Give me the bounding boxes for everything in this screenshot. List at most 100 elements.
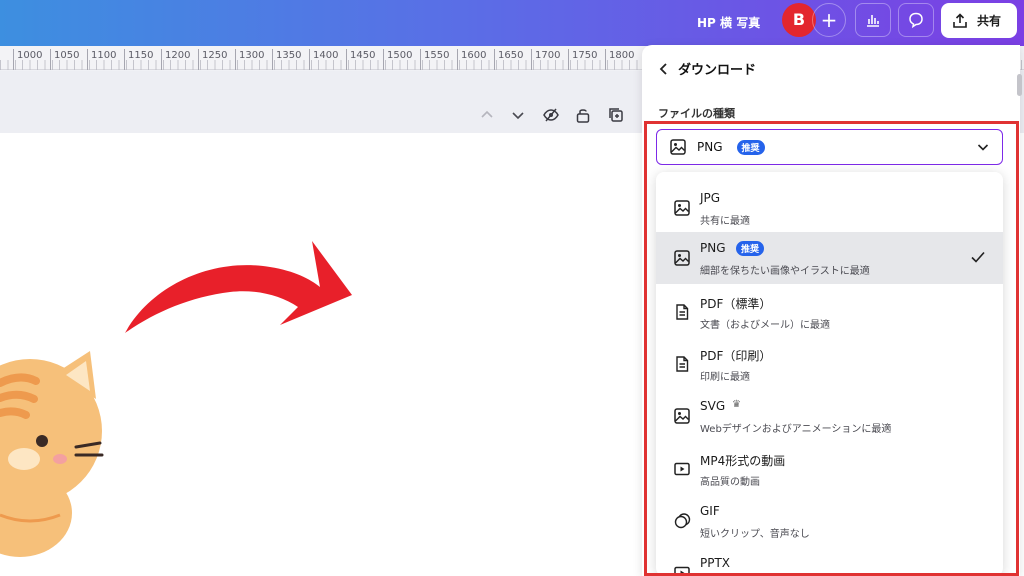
lock-page-button[interactable] bbox=[573, 105, 593, 125]
ruler-label: 1700 bbox=[535, 50, 561, 61]
option-description: 細部を保ちたい画像やイラストに最適 bbox=[700, 266, 870, 277]
ruler-major-tick bbox=[568, 49, 569, 70]
project-title[interactable]: HP 横 写真 bbox=[697, 14, 760, 31]
option-label: PDF（印刷） bbox=[700, 349, 772, 363]
ruler-label: 1650 bbox=[498, 50, 524, 61]
ruler-label: 1400 bbox=[313, 50, 339, 61]
file-type-option-mp4[interactable]: MP4形式の動画 高品質の動画 bbox=[656, 443, 1003, 495]
ruler-major-tick bbox=[457, 49, 458, 70]
image-icon bbox=[672, 248, 692, 268]
chevron-left-icon[interactable] bbox=[658, 62, 670, 76]
page-up-button[interactable] bbox=[477, 105, 497, 125]
duplicate-icon bbox=[609, 108, 623, 122]
user-avatar[interactable]: B bbox=[782, 3, 816, 37]
recommended-badge: 推奨 bbox=[736, 139, 765, 155]
panel-scrollbar[interactable] bbox=[1017, 74, 1022, 96]
ruler-label: 1600 bbox=[461, 50, 487, 61]
gif-icon bbox=[672, 511, 692, 531]
ruler-label: 1550 bbox=[424, 50, 450, 61]
upload-icon bbox=[953, 12, 967, 28]
panel-header[interactable]: ダウンロード bbox=[658, 59, 756, 78]
option-label: PDF（標準） bbox=[700, 297, 772, 311]
comment-button[interactable] bbox=[898, 3, 934, 37]
ruler-major-tick bbox=[309, 49, 310, 70]
duplicate-page-button[interactable] bbox=[606, 105, 626, 125]
file-type-option-pdf-standard[interactable]: PDF（標準） 文書（およびメール）に最適 bbox=[656, 286, 1003, 338]
ruler-major-tick bbox=[198, 49, 199, 70]
plus-icon: + bbox=[820, 8, 838, 32]
image-icon bbox=[672, 406, 692, 426]
ruler-major-tick bbox=[235, 49, 236, 70]
red-curved-arrow[interactable] bbox=[120, 237, 380, 357]
ruler-major-tick bbox=[531, 49, 532, 70]
ruler-major-tick bbox=[346, 49, 347, 70]
option-description: 短いクリップ、音声なし bbox=[700, 529, 810, 540]
ruler-label: 1500 bbox=[387, 50, 413, 61]
ruler-major-tick bbox=[50, 49, 51, 70]
unlock-icon bbox=[576, 109, 590, 123]
ruler-major-tick bbox=[13, 49, 14, 70]
share-label: 共有 bbox=[977, 14, 1002, 28]
ruler-major-tick bbox=[383, 49, 384, 70]
ruler-major-tick bbox=[124, 49, 125, 70]
file-type-option-png[interactable]: PNG 推奨 細部を保ちたい画像やイラストに最適 bbox=[656, 232, 1003, 284]
ruler-label: 1100 bbox=[91, 50, 117, 61]
editor-header: HP 横 写真 B + 共有 bbox=[0, 0, 1024, 46]
file-type-option-jpg[interactable]: JPG 共有に最適 bbox=[656, 182, 1003, 234]
ruler-major-tick bbox=[272, 49, 273, 70]
image-icon bbox=[670, 139, 686, 155]
option-description: 共有に最適 bbox=[700, 216, 750, 227]
recommended-badge: 推奨 bbox=[736, 241, 765, 256]
eye-slash-icon bbox=[543, 108, 559, 122]
file-type-select[interactable]: PNG 推奨 bbox=[656, 129, 1003, 165]
option-description: 高品質の動画 bbox=[700, 477, 760, 488]
image-icon bbox=[672, 198, 692, 218]
cat-illustration[interactable] bbox=[0, 343, 110, 573]
option-label: PPTX bbox=[700, 556, 731, 570]
ruler-label: 1250 bbox=[202, 50, 228, 61]
presentation-icon bbox=[672, 563, 692, 576]
ruler-label: 1050 bbox=[54, 50, 80, 61]
chevron-down-icon bbox=[977, 144, 989, 151]
option-label: MP4形式の動画 bbox=[700, 454, 786, 468]
file-type-label: ファイルの種類 bbox=[658, 107, 735, 120]
insights-button[interactable] bbox=[855, 3, 891, 37]
option-label: JPG bbox=[700, 191, 721, 205]
ruler-label: 1000 bbox=[17, 50, 43, 61]
share-button[interactable]: 共有 bbox=[941, 3, 1017, 38]
ruler-major-tick bbox=[161, 49, 162, 70]
add-collaborator-button[interactable]: + bbox=[812, 3, 846, 37]
ruler-label: 1300 bbox=[239, 50, 265, 61]
ruler-label: 1150 bbox=[128, 50, 154, 61]
ruler-label: 1800 bbox=[609, 50, 635, 61]
ruler-major-tick bbox=[494, 49, 495, 70]
file-type-option-gif[interactable]: GIF 短いクリップ、音声なし bbox=[656, 495, 1003, 547]
ruler-label: 1450 bbox=[350, 50, 376, 61]
option-description: Webデザインおよびアニメーションに最適 bbox=[700, 424, 892, 435]
video-icon bbox=[672, 459, 692, 479]
file-type-option-pdf-print[interactable]: PDF（印刷） 印刷に最適 bbox=[656, 338, 1003, 390]
checkmark-icon bbox=[971, 251, 985, 263]
ruler-label: 1350 bbox=[276, 50, 302, 61]
ruler-major-tick bbox=[420, 49, 421, 70]
option-label: GIF bbox=[700, 504, 720, 518]
panel-title: ダウンロード bbox=[678, 63, 757, 78]
ruler-label: 1200 bbox=[165, 50, 191, 61]
bar-chart-icon bbox=[867, 15, 879, 27]
page-down-button[interactable] bbox=[508, 105, 528, 125]
option-label: PNG bbox=[700, 241, 726, 255]
ruler-major-tick bbox=[605, 49, 606, 70]
file-type-option-pptx[interactable]: PPTX bbox=[656, 547, 1003, 576]
ruler-label: 1750 bbox=[572, 50, 598, 61]
option-description: 印刷に最適 bbox=[700, 372, 750, 383]
chevron-up-icon bbox=[481, 110, 493, 118]
chevron-down-icon bbox=[512, 112, 524, 120]
file-type-dropdown: JPG 共有に最適 PNG 推奨 細部を保ちたい画像やイラストに最適 PDF（標… bbox=[656, 172, 1003, 576]
comment-icon bbox=[909, 12, 923, 29]
crown-icon: ♛ bbox=[732, 399, 741, 410]
option-label: SVG bbox=[700, 399, 726, 413]
file-type-option-svg[interactable]: SVG ♛ Webデザインおよびアニメーションに最適 bbox=[656, 390, 1003, 442]
selected-file-type: PNG bbox=[697, 140, 723, 154]
hide-page-button[interactable] bbox=[541, 105, 561, 125]
option-description: 文書（およびメール）に最適 bbox=[700, 320, 830, 331]
